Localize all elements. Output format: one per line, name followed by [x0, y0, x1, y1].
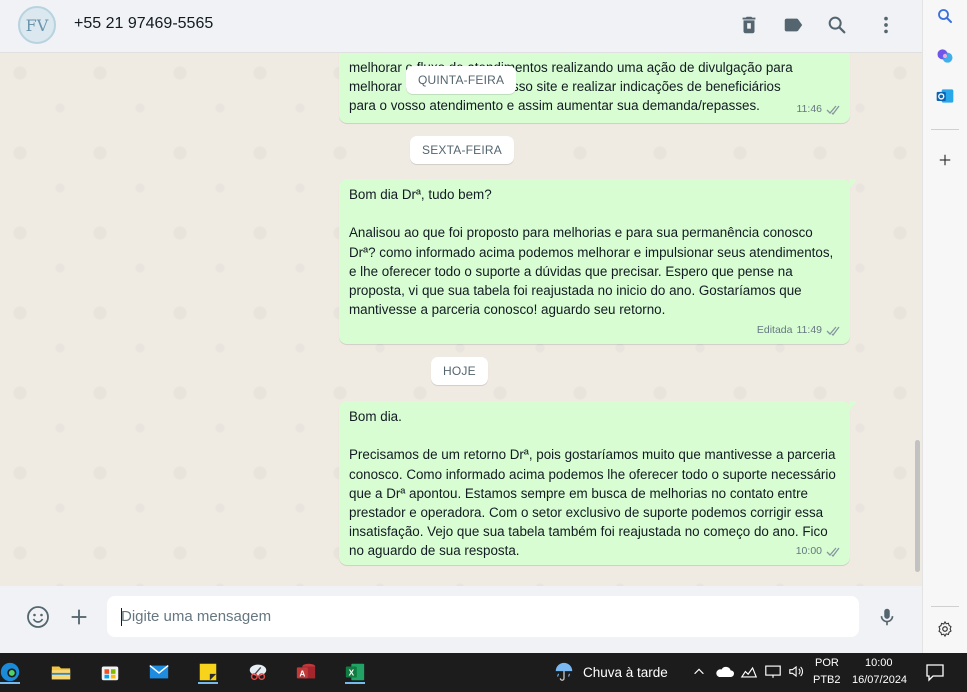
windows-taskbar: A X Chuva à tarde POR PTB2 10:00 16/07/2…	[0, 653, 967, 692]
chat-messages-area[interactable]: melhorar o fluxo de atendimentos realiza…	[0, 53, 922, 586]
sidebar-divider	[931, 129, 959, 130]
excel-icon[interactable]: X	[341, 659, 369, 685]
double-check-icon	[826, 547, 840, 557]
network-icon[interactable]	[740, 664, 758, 682]
message-meta: 11:46	[797, 100, 843, 119]
double-check-icon	[826, 326, 840, 336]
weather-text[interactable]: Chuva à tarde	[583, 665, 668, 680]
message-time: 10:00	[795, 544, 822, 557]
clock-date[interactable]: 16/07/2024	[852, 674, 907, 686]
onedrive-icon[interactable]	[714, 665, 734, 682]
message-bubble[interactable]: Bom dia Drª, tudo bem? Analisou ao que f…	[339, 179, 857, 344]
microphone-icon[interactable]	[874, 604, 900, 630]
message-time: 11:46	[796, 102, 823, 115]
message-composer	[0, 586, 922, 653]
chat-header: FV +55 21 97469-5565	[0, 0, 922, 53]
chat-scrollbar[interactable]	[915, 440, 920, 572]
sticky-notes-icon[interactable]	[194, 659, 222, 685]
svg-text:X: X	[349, 669, 355, 678]
bubble-tail	[849, 179, 857, 189]
date-separator-quinta: QUINTA-FEIRA	[406, 66, 517, 94]
sidebar-divider	[931, 606, 959, 607]
date-separator-hoje: HOJE	[431, 357, 488, 385]
access-icon[interactable]: A	[292, 659, 320, 685]
edge-icon[interactable]	[0, 659, 24, 685]
browser-sidebar	[922, 0, 967, 653]
edited-label: Editada	[756, 323, 793, 336]
date-separator-sexta: SEXTA-FEIRA	[410, 136, 514, 164]
settings-icon[interactable]	[933, 617, 957, 641]
file-explorer-icon[interactable]	[47, 659, 75, 685]
active-indicator	[198, 682, 218, 684]
double-check-icon	[826, 105, 840, 115]
outlook-icon[interactable]	[933, 84, 957, 108]
message-text: Bom dia Drª, tudo bem? Analisou ao que f…	[349, 187, 834, 318]
avatar-initials: FV	[25, 15, 49, 35]
message-bubble[interactable]: Bom dia. Precisamos de um retorno Drª, p…	[339, 401, 857, 565]
snipping-tool-icon[interactable]	[244, 659, 272, 685]
message-input[interactable]	[107, 596, 859, 637]
svg-text:A: A	[299, 670, 305, 679]
copilot-icon[interactable]	[933, 44, 957, 68]
keyboard-layout[interactable]: PTB2	[813, 674, 841, 686]
contact-name[interactable]: +55 21 97469-5565	[74, 15, 213, 33]
mail-icon[interactable]	[145, 659, 173, 685]
trash-icon[interactable]	[736, 12, 762, 38]
search-icon[interactable]	[933, 4, 957, 28]
volume-icon[interactable]	[788, 664, 806, 682]
add-icon[interactable]	[933, 148, 957, 172]
bubble-tail	[849, 401, 857, 411]
weather-rain-icon[interactable]	[552, 661, 576, 686]
display-icon[interactable]	[764, 664, 782, 682]
message-text: Bom dia. Precisamos de um retorno Drª, p…	[349, 409, 836, 559]
menu-icon[interactable]	[873, 12, 899, 38]
contact-avatar[interactable]: FV	[18, 6, 56, 44]
clock-time[interactable]: 10:00	[865, 657, 893, 669]
message-time: 11:49	[796, 323, 823, 336]
text-caret	[121, 608, 122, 626]
attach-plus-icon[interactable]	[66, 604, 92, 630]
active-indicator	[345, 682, 365, 684]
search-icon[interactable]	[824, 12, 850, 38]
emoji-icon[interactable]	[25, 604, 51, 630]
notifications-icon[interactable]	[925, 662, 945, 685]
message-meta: Editada 11:49	[757, 321, 842, 340]
active-indicator	[0, 682, 20, 684]
label-icon[interactable]	[780, 12, 806, 38]
input-language[interactable]: POR	[815, 657, 839, 669]
message-meta: 10:00	[796, 542, 842, 561]
chevron-up-icon[interactable]	[692, 665, 706, 682]
store-icon[interactable]	[96, 659, 124, 685]
